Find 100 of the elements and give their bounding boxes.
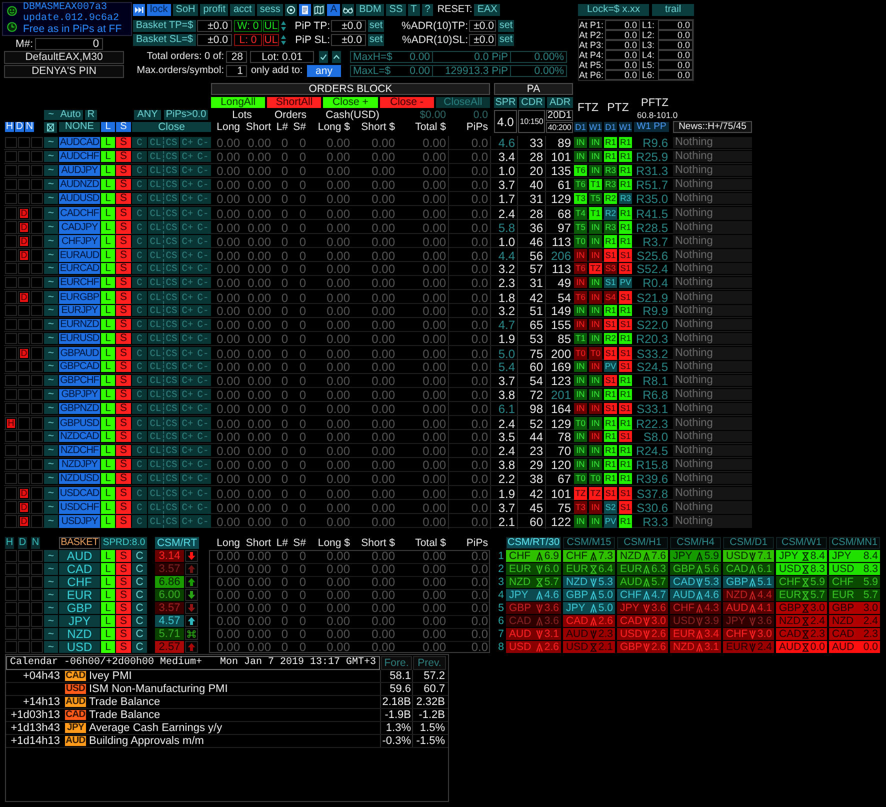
close-profit-button[interactable]: C+ [179,291,195,304]
close-profit-button[interactable]: C+ [179,221,195,234]
sell-button[interactable]: S [116,550,131,562]
chart-button[interactable]: ~ [44,221,58,234]
close-profit-button[interactable]: C+ [179,347,195,360]
close-loss-button[interactable]: C- [195,515,211,528]
timeframe-tab[interactable]: CSM/H1 [617,537,668,549]
sell-button[interactable]: S [116,628,131,640]
buy-button[interactable]: L [101,193,115,204]
close-loss-button[interactable]: C- [195,249,211,262]
currency-button[interactable]: NZD [59,628,100,640]
close-profit-button[interactable]: C+ [179,137,195,148]
toolbar-button[interactable]: profit [200,4,228,16]
symbol-button[interactable]: CADCHF [59,207,100,220]
close-short-button[interactable]: CS [163,403,179,414]
quick-close-button[interactable]: C [132,628,147,640]
chart-button[interactable]: ~ [44,389,58,400]
close-loss-button[interactable]: C- [195,501,211,514]
quick-close-button[interactable]: C [132,151,147,162]
buy-button[interactable]: L [101,137,115,148]
sell-button[interactable]: S [116,375,131,386]
sell-button[interactable]: S [116,589,131,601]
close-loss-button[interactable]: C- [195,137,211,148]
chart-button[interactable]: ~ [44,602,58,614]
quick-close-button[interactable]: C [132,487,147,500]
close-header-button[interactable]: Close [132,122,211,132]
close-loss-button[interactable]: C- [195,207,211,220]
close-loss-button[interactable]: C- [195,277,211,288]
close-loss-button[interactable]: C- [195,417,211,430]
buy-button[interactable]: L [101,361,115,372]
toolbar-button[interactable]: SoH [172,4,198,16]
buy-button[interactable]: L [101,375,115,386]
chart-button[interactable]: ~ [44,515,58,528]
quick-close-button[interactable]: C [132,193,147,204]
symbol-button[interactable]: AUDNZD [59,179,100,190]
close-short-button[interactable]: CS [163,487,179,500]
quick-close-button[interactable]: C [132,576,147,588]
chart-button[interactable]: ~ [44,137,58,148]
chart-button[interactable]: ~ [44,333,58,344]
quick-close-button[interactable]: C [132,263,147,274]
close-loss-button[interactable]: C- [195,291,211,304]
currency-button[interactable]: GBP [59,602,100,614]
symbol-button[interactable]: EURJPY [59,305,100,316]
quick-close-button[interactable]: C [132,277,147,288]
symbol-button[interactable]: EURAUD [59,249,100,262]
sell-button[interactable]: S [116,403,131,414]
close-profit-button[interactable]: C+ [179,151,195,162]
sell-button[interactable]: S [116,305,131,316]
close-loss-button[interactable]: C- [195,375,211,386]
sell-button[interactable]: S [116,487,131,500]
quick-close-button[interactable]: C [132,445,147,456]
buy-button[interactable]: L [101,319,115,330]
close-long-button[interactable]: CL [147,389,163,400]
quick-close-button[interactable]: C [132,602,147,614]
set-button[interactable]: set [368,34,384,46]
buy-button[interactable]: L [101,403,115,414]
chart-button[interactable]: ~ [44,305,58,316]
symbol-button[interactable]: AUDCHF [59,151,100,162]
close-long-button[interactable]: CL [147,165,163,176]
buy-filter-button[interactable]: L [101,122,115,132]
basket-limit-field[interactable]: ±0.0 [197,20,232,32]
buy-button[interactable]: L [101,459,115,470]
close-short-button[interactable]: CS [163,431,179,442]
chart-button[interactable]: ~ [44,589,58,601]
quick-close-button[interactable]: C [132,550,147,562]
sell-button[interactable]: S [116,602,131,614]
close-loss-button[interactable]: C- [195,431,211,442]
timeframe-tab[interactable]: CSM/W1 [776,537,827,549]
close-short-button[interactable]: CS [163,389,179,400]
set-button[interactable]: set [368,20,384,32]
pips-filter-button[interactable]: PiPs>0.0 [164,110,208,120]
close-short-button[interactable]: CS [163,277,179,288]
close-short-button[interactable]: CS [163,151,179,162]
buy-button[interactable]: L [101,641,115,653]
timeframe-tab[interactable]: CSM/M15 [563,537,615,549]
symbol-button[interactable]: GBPJPY [59,389,100,400]
sell-button[interactable]: S [116,473,131,484]
buy-button[interactable]: L [101,473,115,484]
close-long-button[interactable]: CL [147,263,163,274]
close-short-button[interactable]: CS [163,459,179,470]
buy-button[interactable]: L [101,389,115,400]
quick-close-button[interactable]: C [132,221,147,234]
buy-button[interactable]: L [101,305,115,316]
symbol-button[interactable]: GBPAUD [59,347,100,360]
symbol-button[interactable]: CHFJPY [59,235,100,248]
close-short-button[interactable]: CS [163,305,179,316]
chart-button[interactable]: ~ [44,501,58,514]
fast-forward-icon[interactable] [133,4,145,16]
order-action-button[interactable]: LongAll [211,97,266,108]
close-short-button[interactable]: CS [163,291,179,304]
close-short-button[interactable]: CS [163,375,179,386]
chart-button[interactable]: ~ [44,347,58,360]
sell-button[interactable]: S [116,576,131,588]
sell-button[interactable]: S [116,165,131,176]
chart-button[interactable]: ~ [44,641,58,653]
buy-button[interactable]: L [101,487,115,500]
r-button[interactable]: R [85,110,97,120]
sell-button[interactable]: S [116,501,131,514]
reset-button[interactable]: EAX [474,4,500,16]
buy-button[interactable]: L [101,445,115,456]
